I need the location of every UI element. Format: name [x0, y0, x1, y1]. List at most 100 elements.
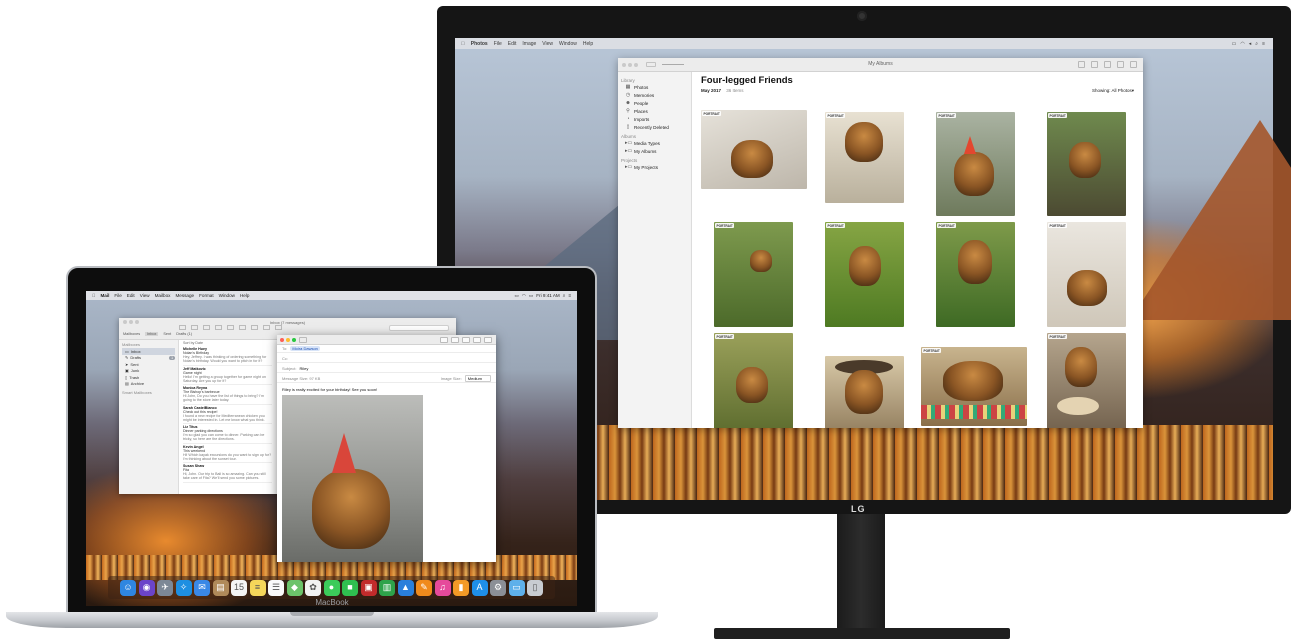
downloads-folder-icon[interactable]: ▭ — [508, 579, 525, 596]
wifi-icon[interactable]: ◠ — [522, 293, 526, 299]
battery-icon[interactable]: ▭ — [529, 293, 533, 299]
photo-thumbnail[interactable]: PORTRAIT — [921, 347, 1027, 426]
menu-window[interactable]: Window — [559, 41, 577, 47]
menu-icon[interactable]: ≡ — [568, 293, 571, 299]
sidebar-item-people[interactable]: ☻ People — [621, 99, 688, 107]
airplay-icon[interactable]: ▭ — [1232, 41, 1237, 47]
reply-all-button[interactable] — [251, 325, 258, 330]
send-button[interactable] — [299, 337, 307, 343]
message-row[interactable]: Susan Shaw Fita Hi, John. Our trip to Ba… — [183, 463, 272, 483]
forward-button[interactable] — [263, 325, 270, 330]
volume-icon[interactable]: ◂ — [1249, 41, 1252, 47]
photo-thumbnail[interactable]: PORTRAIT — [701, 110, 807, 189]
photo-thumbnail[interactable]: PORTRAIT — [1047, 112, 1126, 216]
sidebar-item-media-types[interactable]: ▸▭ Media Types — [621, 139, 688, 147]
photo-thumbnail[interactable]: PORTRAIT — [825, 222, 904, 327]
menu-mailbox[interactable]: Mailbox — [155, 293, 171, 298]
sidebar-item-my-projects[interactable]: ▸▭ My Projects — [621, 163, 688, 171]
launchpad-icon[interactable]: ✈ — [157, 579, 173, 596]
mail-icon[interactable]: ✉ — [194, 579, 210, 596]
reply-button[interactable] — [239, 325, 246, 330]
menu-help[interactable]: Help — [240, 293, 249, 298]
menu-view[interactable]: View — [542, 41, 553, 47]
message-row[interactable]: Kevin Angel This weekend Hi! Which kayak… — [183, 444, 272, 463]
menu-icon[interactable]: ≡ — [1262, 41, 1265, 47]
menu-view[interactable]: View — [140, 293, 150, 298]
menu-image[interactable]: Image — [522, 41, 536, 47]
ibooks-icon[interactable]: ▮ — [453, 579, 469, 596]
menu-edit[interactable]: Edit — [127, 293, 135, 298]
message-row[interactable]: Liz Titus Dinner parking directions I'm … — [183, 424, 272, 444]
photo-booth-icon[interactable]: ▣ — [360, 579, 377, 596]
showing-filter-dropdown[interactable]: Showing: All Photos▾ — [1092, 88, 1134, 94]
numbers-icon[interactable]: ▥ — [379, 579, 395, 596]
itunes-icon[interactable]: ♫ — [434, 579, 451, 596]
attach-button[interactable] — [451, 337, 459, 343]
recipient-token[interactable]: Moira Dawson — [290, 346, 320, 351]
format-button[interactable] — [462, 337, 470, 343]
menu-window[interactable]: Window — [219, 293, 235, 298]
menu-file[interactable]: File — [114, 293, 121, 298]
archive-button[interactable] — [203, 325, 210, 330]
get-mail-button[interactable] — [179, 325, 186, 330]
system-preferences-icon[interactable]: ⚙ — [490, 579, 506, 596]
maps-icon[interactable]: ◆ — [286, 579, 303, 596]
to-field[interactable]: To: Moira Dawson — [277, 345, 496, 353]
message-row[interactable]: Michelle Huey Nolan's Birthday Hey, Jeff… — [183, 346, 272, 366]
sidebar-item-memories[interactable]: ◷ Memories — [621, 91, 688, 99]
trash-icon[interactable]: ▯ — [527, 579, 543, 596]
sort-by-date-dropdown[interactable]: Sort by Date — [183, 341, 272, 345]
menu-format[interactable]: Format — [199, 293, 214, 298]
delete-button[interactable] — [215, 325, 222, 330]
menu-help[interactable]: Help — [583, 41, 593, 47]
spotlight-icon[interactable]: ⌕ — [1255, 41, 1258, 47]
apple-menu-icon[interactable]:  — [92, 293, 95, 298]
photo-thumbnail[interactable]: PORTRAIT — [1047, 222, 1126, 327]
close-window-button[interactable] — [280, 338, 284, 342]
menu-app-name[interactable]: Photos — [471, 41, 488, 47]
facetime-icon[interactable]: ■ — [342, 579, 358, 596]
message-row[interactable]: Monica Reyna The Bishop's barbecue Hi Jo… — [183, 385, 272, 405]
header-fields-button[interactable] — [440, 337, 448, 343]
menu-file[interactable]: File — [494, 41, 502, 47]
menu-app-name[interactable]: Mail — [100, 293, 109, 298]
contacts-icon[interactable]: ▤ — [212, 579, 229, 596]
favorite-drafts[interactable]: Drafts (1) — [176, 332, 192, 336]
search-button[interactable] — [1130, 61, 1137, 68]
airplay-icon[interactable]: ▭ — [515, 293, 519, 299]
spotlight-icon[interactable]: ⌕ — [563, 293, 566, 299]
subject-field[interactable]: Subject: Riley — [277, 365, 496, 373]
wifi-icon[interactable]: ◠ — [1240, 41, 1244, 47]
favorite-mailboxes[interactable]: Mailboxes — [123, 332, 140, 336]
menu-message[interactable]: Message — [175, 293, 194, 298]
sidebar-item-recently-deleted[interactable]: ▯ Recently Deleted — [621, 123, 688, 131]
photo-thumbnail[interactable]: PORTRAIT — [825, 112, 904, 203]
favorite-button[interactable] — [1091, 61, 1098, 68]
minimize-window-button[interactable] — [286, 338, 290, 342]
search-input[interactable] — [389, 325, 449, 331]
photo-browser-button[interactable] — [484, 337, 492, 343]
cc-field[interactable]: Cc: — [277, 355, 496, 363]
reminders-icon[interactable]: ☰ — [268, 579, 284, 596]
calendar-icon[interactable]: 15 — [231, 579, 247, 596]
siri-icon[interactable]: ◉ — [138, 579, 155, 596]
favorite-sent[interactable]: Sent — [163, 332, 171, 336]
keynote-icon[interactable]: ▲ — [397, 579, 414, 596]
finder-icon[interactable]: ☺ — [120, 579, 136, 596]
compose-button[interactable] — [191, 325, 198, 330]
info-button[interactable] — [1078, 61, 1085, 68]
pages-icon[interactable]: ✎ — [416, 579, 432, 596]
photo-thumbnail[interactable]: PORTRAIT — [936, 112, 1015, 216]
photo-thumbnail[interactable]: PORTRAIT — [936, 222, 1015, 327]
photo-thumbnail[interactable]: PORTRAIT — [714, 333, 793, 428]
flag-button[interactable] — [275, 325, 282, 330]
sidebar-item-photos[interactable]: ▦ Photos — [621, 83, 688, 91]
mailbox-archive[interactable]: ▤ Archive — [122, 381, 175, 388]
sidebar-item-imports[interactable]: ◔ Imports — [621, 115, 688, 123]
junk-button[interactable] — [227, 325, 234, 330]
photo-thumbnail[interactable]: PORTRAIT — [1047, 333, 1126, 428]
menu-edit[interactable]: Edit — [508, 41, 517, 47]
rotate-button[interactable] — [1117, 61, 1124, 68]
messages-icon[interactable]: ● — [323, 579, 340, 596]
photo-thumbnail[interactable] — [825, 356, 904, 428]
